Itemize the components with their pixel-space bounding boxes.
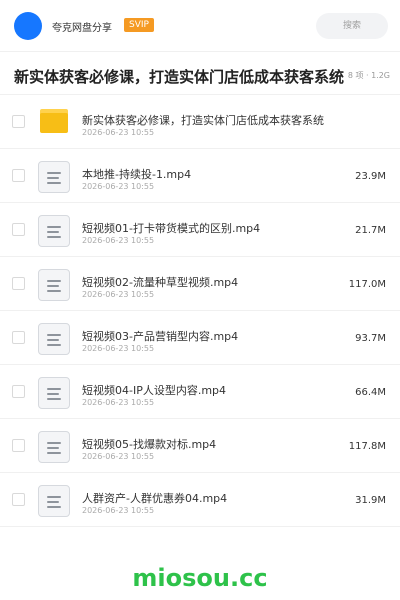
watermark-text: miosou.cc xyxy=(132,564,268,592)
file-row[interactable]: 短视频01-打卡带货模式的区别.mp4 2026-06-23 10:55 21.7M xyxy=(0,203,400,257)
header-bar: 夸克网盘分享 SVIP 搜索 xyxy=(0,0,400,52)
file-row[interactable]: 新实体获客必修课，打造实体门店低成本获客系统 2026-06-23 10:55 xyxy=(0,95,400,149)
file-size: 66.4M xyxy=(355,387,386,398)
file-list: 新实体获客必修课，打造实体门店低成本获客系统 2026-06-23 10:55 本地… xyxy=(0,95,400,527)
file-row[interactable]: 短视频02-流量种草型视频.mp4 2026-06-23 10:55 117.0M xyxy=(0,257,400,311)
row-checkbox[interactable] xyxy=(12,223,25,236)
row-checkbox[interactable] xyxy=(12,277,25,290)
file-size: 93.7M xyxy=(355,333,386,344)
row-checkbox[interactable] xyxy=(12,493,25,506)
file-name[interactable]: 人群资产-人群优惠券04.mp4 xyxy=(82,490,227,506)
file-name[interactable]: 短视频05-找爆款对标.mp4 xyxy=(82,436,216,452)
video-file-icon xyxy=(38,431,70,463)
row-checkbox[interactable] xyxy=(12,385,25,398)
file-date: 2026-06-23 10:55 xyxy=(82,236,155,245)
row-checkbox[interactable] xyxy=(12,115,25,128)
file-size: 117.8M xyxy=(348,441,386,452)
file-name[interactable]: 短视频03-产品营销型内容.mp4 xyxy=(82,328,238,344)
video-file-icon xyxy=(38,161,70,193)
video-file-icon xyxy=(38,485,70,517)
page-title: 新实体获客必修课，打造实体门店低成本获客系统 xyxy=(14,68,345,86)
file-size: 117.0M xyxy=(348,279,386,290)
file-size: 21.7M xyxy=(355,225,386,236)
row-checkbox[interactable] xyxy=(12,439,25,452)
file-row[interactable]: 短视频04-IP人设型内容.mp4 2026-06-23 10:55 66.4M xyxy=(0,365,400,419)
share-meta: 8 项 · 1.2G xyxy=(347,71,390,80)
share-title-row: 新实体获客必修课，打造实体门店低成本获客系统 8 项 · 1.2G xyxy=(0,52,400,94)
file-name[interactable]: 短视频04-IP人设型内容.mp4 xyxy=(82,382,226,398)
file-name[interactable]: 短视频01-打卡带货模式的区别.mp4 xyxy=(82,220,260,236)
avatar[interactable] xyxy=(14,12,42,40)
folder-icon xyxy=(40,109,68,133)
video-file-icon xyxy=(38,269,70,301)
file-date: 2026-06-23 10:55 xyxy=(82,290,155,299)
file-size: 31.9M xyxy=(355,495,386,506)
row-checkbox[interactable] xyxy=(12,331,25,344)
file-date: 2026-06-23 10:55 xyxy=(82,128,155,137)
video-file-icon xyxy=(38,215,70,247)
vip-badge: SVIP xyxy=(124,18,154,32)
file-name[interactable]: 短视频02-流量种草型视频.mp4 xyxy=(82,274,238,290)
app-title: 夸克网盘分享 xyxy=(52,23,112,34)
file-date: 2026-06-23 10:55 xyxy=(82,182,155,191)
file-name[interactable]: 本地推-持续投-1.mp4 xyxy=(82,166,191,182)
file-row[interactable]: 本地推-持续投-1.mp4 2026-06-23 10:55 23.9M xyxy=(0,149,400,203)
file-row[interactable]: 短视频05-找爆款对标.mp4 2026-06-23 10:55 117.8M xyxy=(0,419,400,473)
video-file-icon xyxy=(38,323,70,355)
file-size: 23.9M xyxy=(355,171,386,182)
file-date: 2026-06-23 10:55 xyxy=(82,506,155,515)
file-date: 2026-06-23 10:55 xyxy=(82,344,155,353)
file-row[interactable]: 人群资产-人群优惠券04.mp4 2026-06-23 10:55 31.9M xyxy=(0,473,400,527)
search-input[interactable]: 搜索 xyxy=(316,13,388,39)
file-date: 2026-06-23 10:55 xyxy=(82,398,155,407)
row-checkbox[interactable] xyxy=(12,169,25,182)
file-row[interactable]: 短视频03-产品营销型内容.mp4 2026-06-23 10:55 93.7M xyxy=(0,311,400,365)
file-name[interactable]: 新实体获客必修课，打造实体门店低成本获客系统 xyxy=(82,112,324,128)
video-file-icon xyxy=(38,377,70,409)
file-date: 2026-06-23 10:55 xyxy=(82,452,155,461)
